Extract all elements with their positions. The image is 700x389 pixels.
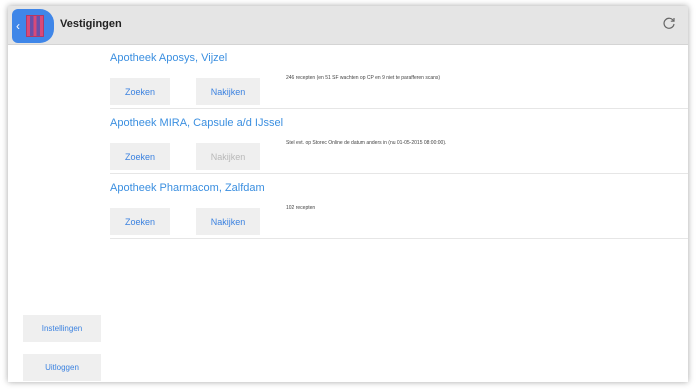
settings-button[interactable]: Instellingen bbox=[23, 315, 101, 342]
page-title: Vestigingen bbox=[60, 18, 122, 30]
search-button[interactable]: Zoeken bbox=[110, 208, 170, 235]
location-item: Apotheek MIRA, Capsule a/d IJssel Zoeken… bbox=[110, 109, 688, 174]
back-button[interactable]: ‹ bbox=[12, 9, 54, 43]
location-item: Apotheek Aposys, Vijzel Zoeken Nakijken … bbox=[110, 44, 688, 109]
app-window: ‹ Vestigingen Apotheek Aposys, Vijzel Zo… bbox=[8, 6, 688, 382]
location-name: Apotheek Pharmacom, Zalfdam bbox=[110, 182, 265, 194]
check-button-disabled: Nakijken bbox=[196, 143, 260, 170]
search-button[interactable]: Zoeken bbox=[110, 78, 170, 105]
refresh-icon[interactable] bbox=[662, 16, 676, 30]
check-button[interactable]: Nakijken bbox=[196, 208, 260, 235]
location-status: 246 recepten (en 51 SF wachten op CP en … bbox=[286, 75, 441, 81]
location-name: Apotheek Aposys, Vijzel bbox=[110, 52, 228, 64]
location-status: 102 recepten bbox=[286, 205, 316, 211]
app-logo bbox=[26, 15, 44, 37]
search-button[interactable]: Zoeken bbox=[110, 143, 170, 170]
location-item: Apotheek Pharmacom, Zalfdam Zoeken Nakij… bbox=[110, 174, 688, 239]
check-button[interactable]: Nakijken bbox=[196, 78, 260, 105]
chevron-left-icon: ‹ bbox=[16, 19, 20, 33]
location-status: Stel evt. op Storec Online de datum ande… bbox=[286, 140, 447, 146]
header-bar: ‹ Vestigingen bbox=[8, 6, 688, 45]
logout-button[interactable]: Uitloggen bbox=[23, 354, 101, 381]
locations-list: Apotheek Aposys, Vijzel Zoeken Nakijken … bbox=[110, 44, 688, 239]
location-name: Apotheek MIRA, Capsule a/d IJssel bbox=[110, 117, 284, 129]
